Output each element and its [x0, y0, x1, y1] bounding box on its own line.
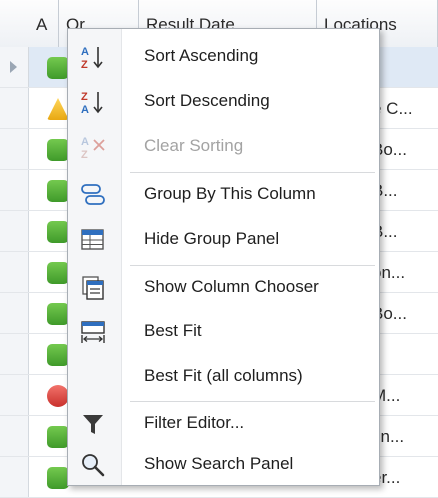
- cell-location: B...: [372, 181, 398, 200]
- row-indicator[interactable]: [0, 293, 29, 333]
- sort-ascending-icon: A Z: [80, 44, 106, 71]
- row-indicator[interactable]: [0, 416, 29, 456]
- menu-item-hide-group-panel[interactable]: Hide Group Panel: [68, 218, 379, 260]
- menu-item-label: Clear Sorting: [144, 136, 244, 155]
- best-fit-icon: [80, 319, 106, 345]
- svg-text:A: A: [81, 46, 89, 58]
- row-indicator[interactable]: [0, 457, 29, 497]
- menu-item-label: Show Search Panel: [144, 454, 294, 473]
- column-context-menu: A Z Sort Ascending Z A Sort Descending A…: [67, 28, 380, 486]
- cell-location: Bo...: [372, 140, 407, 159]
- menu-item-show-column-chooser[interactable]: Show Column Chooser: [68, 266, 379, 308]
- row-indicator[interactable]: [0, 170, 29, 210]
- status-ok-icon: [47, 344, 69, 366]
- menu-item-label: Group By This Column: [144, 184, 316, 203]
- status-ok-icon: [47, 221, 69, 243]
- column-chooser-icon: [80, 275, 106, 301]
- svg-text:Z: Z: [81, 149, 88, 160]
- cell-location: M...: [372, 386, 401, 405]
- status-ok-icon: [47, 426, 69, 448]
- svg-text:A: A: [81, 136, 89, 148]
- status-ok-icon: [47, 139, 69, 161]
- cell-location: e C...: [372, 99, 413, 118]
- menu-item-best-fit-all-columns[interactable]: Best Fit (all columns): [68, 355, 379, 397]
- menu-item-filter-editor[interactable]: Filter Editor...: [68, 402, 379, 444]
- menu-item-label: Best Fit (all columns): [144, 366, 303, 385]
- menu-item-clear-sorting: A Z Clear Sorting: [68, 125, 379, 167]
- cell-location: r: [372, 334, 438, 375]
- svg-text:Z: Z: [81, 59, 88, 70]
- row-indicator[interactable]: [0, 211, 29, 251]
- cell-location: B...: [372, 222, 398, 241]
- cell-location: [372, 47, 438, 88]
- menu-item-show-search-panel[interactable]: Show Search Panel: [68, 443, 379, 485]
- status-warn-icon: [47, 98, 69, 120]
- sort-descending-icon: Z A: [80, 89, 106, 116]
- filter-icon: [80, 411, 106, 437]
- cell-location: cn...: [372, 427, 405, 446]
- menu-item-label: Show Column Chooser: [144, 277, 319, 296]
- status-ok-icon: [47, 262, 69, 284]
- menu-item-label: Sort Ascending: [144, 46, 259, 65]
- svg-text:A: A: [81, 104, 89, 115]
- menu-item-label: Filter Editor...: [144, 413, 245, 432]
- status-ok-icon: [47, 467, 69, 489]
- row-indicator[interactable]: [0, 88, 29, 128]
- status-ok-icon: [47, 180, 69, 202]
- current-row-arrow-icon: [10, 61, 17, 73]
- search-icon: [80, 452, 106, 478]
- clear-sorting-icon: A Z: [80, 134, 106, 161]
- group-by-column-icon: [80, 182, 106, 208]
- menu-item-group-by-column[interactable]: Group By This Column: [68, 173, 379, 215]
- menu-item-label: Hide Group Panel: [144, 229, 280, 248]
- status-err-icon: [47, 385, 69, 407]
- menu-item-sort-descending[interactable]: Z A Sort Descending: [68, 80, 379, 122]
- menu-item-best-fit[interactable]: Best Fit: [68, 310, 379, 352]
- svg-text:Z: Z: [81, 91, 88, 103]
- cell-location: Bo...: [372, 304, 407, 323]
- row-indicator[interactable]: [0, 47, 29, 87]
- status-ok-icon: [47, 57, 69, 79]
- row-indicator[interactable]: [0, 375, 29, 415]
- row-indicator[interactable]: [0, 334, 29, 374]
- row-indicator[interactable]: [0, 129, 29, 169]
- menu-item-label: Best Fit: [144, 321, 202, 340]
- menu-item-sort-ascending[interactable]: A Z Sort Ascending: [68, 35, 379, 77]
- status-ok-icon: [47, 303, 69, 325]
- group-panel-icon: [80, 227, 106, 253]
- row-indicator[interactable]: [0, 252, 29, 292]
- cell-location: er...: [372, 468, 401, 487]
- menu-item-label: Sort Descending: [144, 91, 270, 110]
- column-header-a[interactable]: A: [29, 0, 59, 47]
- cell-location: on...: [372, 263, 406, 282]
